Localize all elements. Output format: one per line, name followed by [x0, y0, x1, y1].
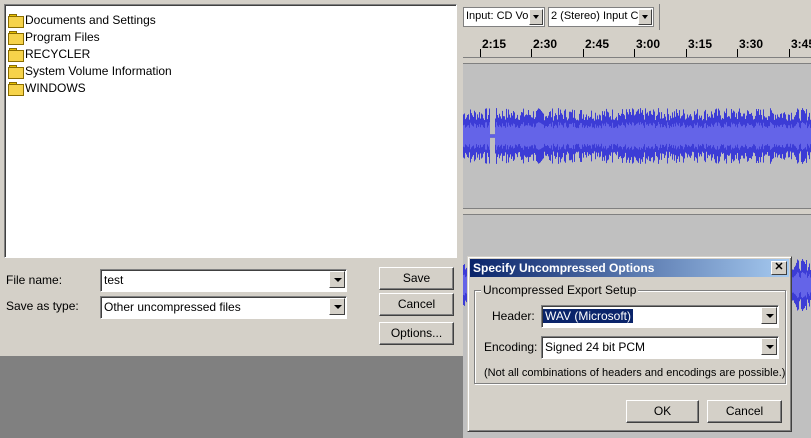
- folder-icon: [8, 47, 24, 62]
- save-type-value: Other uncompressed files: [104, 300, 241, 314]
- file-name-combo[interactable]: test: [100, 269, 347, 292]
- folder-item[interactable]: WINDOWS: [8, 80, 86, 96]
- ruler-label: 3:30: [739, 37, 764, 51]
- waveform: [463, 108, 811, 164]
- ruler-label: 3:00: [636, 37, 661, 51]
- timeline-ruler[interactable]: 2:15 2:30 2:45 3:00 3:15 3:30 3:45: [463, 33, 811, 58]
- dialog-titlebar[interactable]: Specify Uncompressed Options ✕: [470, 259, 789, 277]
- cancel-button[interactable]: Cancel: [707, 400, 782, 423]
- chevron-down-icon[interactable]: [761, 307, 777, 324]
- folder-name: Program Files: [25, 30, 100, 44]
- folder-icon: [8, 13, 24, 28]
- folder-name: RECYCLER: [25, 47, 91, 61]
- toolbar-divider: [659, 4, 660, 30]
- folder-name: WINDOWS: [25, 81, 86, 95]
- audio-track-left[interactable]: [463, 63, 811, 209]
- folder-icon: [8, 64, 24, 79]
- ruler-label: 2:45: [585, 37, 610, 51]
- encoding-select[interactable]: Signed 24 bit PCM: [541, 336, 779, 359]
- save-type-label: Save as type:: [6, 299, 79, 313]
- folder-icon: [8, 30, 24, 45]
- input-channels-select[interactable]: 2 (Stereo) Input C: [548, 7, 654, 27]
- ok-button[interactable]: OK: [626, 400, 699, 423]
- chevron-down-icon[interactable]: [761, 338, 777, 355]
- folder-item[interactable]: System Volume Information: [8, 63, 172, 79]
- uncompressed-options-dialog: Specify Uncompressed Options ✕ Uncompres…: [467, 256, 792, 432]
- ruler-label: 3:45: [791, 37, 811, 51]
- file-list[interactable]: Documents and Settings Program Files REC…: [4, 4, 457, 258]
- close-icon[interactable]: ✕: [771, 261, 787, 275]
- folder-item[interactable]: Documents and Settings: [8, 12, 156, 28]
- folder-name: Documents and Settings: [25, 13, 156, 27]
- chevron-down-icon[interactable]: [329, 271, 345, 288]
- input-source-select[interactable]: Input: CD Vo: [463, 7, 545, 27]
- folder-icon: [8, 81, 24, 96]
- header-value: WAV (Microsoft): [543, 309, 633, 323]
- ruler-label: 2:15: [482, 37, 507, 51]
- folder-item[interactable]: RECYCLER: [8, 46, 90, 62]
- chevron-down-icon[interactable]: [329, 298, 345, 315]
- header-select[interactable]: WAV (Microsoft): [541, 305, 779, 328]
- compatibility-note: (Not all combinations of headers and enc…: [484, 367, 786, 379]
- options-button[interactable]: Options...: [379, 322, 454, 345]
- group-title: Uncompressed Export Setup: [481, 283, 639, 297]
- folder-name: System Volume Information: [25, 64, 172, 78]
- encoding-label: Encoding:: [484, 340, 538, 354]
- encoding-value: Signed 24 bit PCM: [545, 340, 646, 354]
- folder-item[interactable]: Program Files: [8, 29, 100, 45]
- ruler-label: 3:15: [688, 37, 713, 51]
- save-file-dialog: Documents and Settings Program Files REC…: [0, 0, 463, 356]
- save-button[interactable]: Save: [379, 267, 454, 290]
- chevron-down-icon[interactable]: [529, 9, 543, 25]
- save-type-select[interactable]: Other uncompressed files: [100, 296, 347, 319]
- cancel-button[interactable]: Cancel: [379, 293, 454, 316]
- dialog-title: Specify Uncompressed Options: [473, 261, 655, 275]
- header-label: Header:: [492, 309, 535, 323]
- ruler-label: 2:30: [533, 37, 558, 51]
- input-source-value: Input: CD Vo: [466, 10, 529, 22]
- export-setup-group: Uncompressed Export Setup Header: WAV (M…: [474, 283, 786, 384]
- file-name-value: test: [104, 273, 124, 287]
- input-channels-value: 2 (Stereo) Input C: [551, 10, 639, 22]
- chevron-down-icon[interactable]: [638, 9, 652, 25]
- file-name-label: File name:: [6, 273, 63, 287]
